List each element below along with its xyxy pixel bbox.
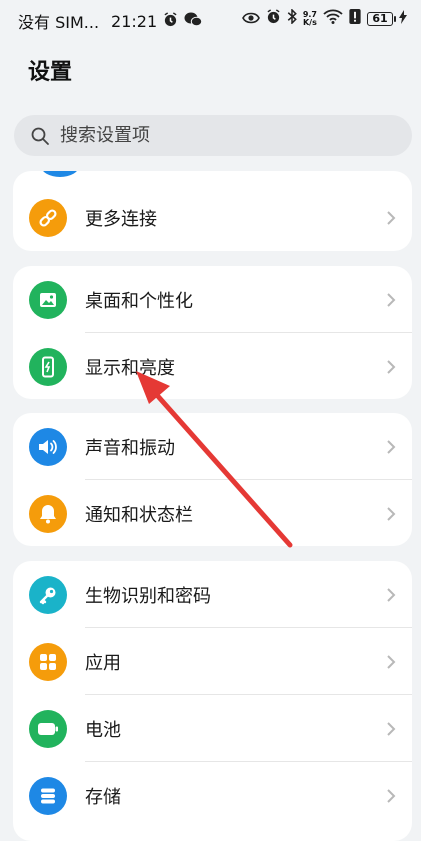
- alert-icon: [349, 9, 361, 28]
- settings-item-label: 电池: [85, 719, 121, 741]
- link-icon: [29, 198, 67, 237]
- settings-group-sound-notifications: 声音和振动 通知和状态栏: [13, 413, 412, 546]
- settings-item-label: 应用: [85, 652, 121, 674]
- chevron-right-icon: [387, 506, 396, 521]
- settings-item-notifications-statusbar[interactable]: 通知和状态栏: [13, 480, 412, 546]
- settings-item-label: 更多连接: [85, 208, 157, 230]
- alarm-clock-icon: [266, 9, 281, 28]
- bluetooth-icon: [287, 8, 297, 28]
- wechat-icon: [184, 12, 203, 31]
- settings-item-label: 存储: [85, 786, 121, 808]
- chevron-right-icon: [387, 587, 396, 602]
- status-left: 没有 SIM... 21:21: [18, 9, 203, 33]
- chevron-right-icon: [387, 210, 396, 225]
- settings-group-security-apps: 生物识别和密码 应用 电池 存储: [13, 561, 412, 841]
- settings-item-battery[interactable]: 电池: [13, 695, 412, 762]
- search-input[interactable]: [58, 124, 392, 147]
- key-icon: [29, 575, 67, 614]
- chevron-right-icon: [387, 654, 396, 669]
- battery-indicator: 61: [367, 11, 396, 26]
- apps-grid-icon: [29, 642, 67, 681]
- scrolled-item-icon: [41, 171, 79, 177]
- wifi-icon: [323, 9, 343, 28]
- network-speed: 9.7 K/s: [302, 10, 317, 27]
- battery-icon: [29, 709, 67, 748]
- settings-item-label: 显示和亮度: [85, 357, 175, 379]
- search-bar[interactable]: [14, 115, 412, 156]
- speaker-icon: [29, 427, 67, 466]
- status-bar: 没有 SIM... 21:21 9.7 K/s 61: [0, 0, 421, 40]
- bell-icon: [29, 494, 67, 533]
- eye-comfort-icon: [241, 10, 260, 28]
- carrier-text: 没有 SIM...: [18, 13, 100, 32]
- alarm-clock-icon: [163, 11, 178, 31]
- settings-item-apps[interactable]: 应用: [13, 628, 412, 695]
- chevron-right-icon: [387, 788, 396, 803]
- settings-item-more-connections[interactable]: 更多连接: [13, 184, 412, 251]
- settings-item-desktop-personalization[interactable]: 桌面和个性化: [13, 266, 412, 333]
- settings-item-display-brightness[interactable]: 显示和亮度: [13, 333, 412, 399]
- settings-item-label: 生物识别和密码: [85, 585, 211, 607]
- storage-icon: [29, 776, 67, 815]
- image-icon: [29, 280, 67, 319]
- charging-bolt-icon: [399, 9, 407, 28]
- chevron-right-icon: [387, 359, 396, 374]
- settings-item-label: 声音和振动: [85, 437, 175, 459]
- network-speed-unit: K/s: [302, 17, 317, 27]
- settings-group-display: 桌面和个性化 显示和亮度: [13, 266, 412, 399]
- settings-item-label: 桌面和个性化: [85, 290, 193, 312]
- status-right: 9.7 K/s 61: [236, 8, 407, 28]
- chevron-right-icon: [387, 721, 396, 736]
- settings-group-connections: 更多连接: [13, 171, 412, 251]
- chevron-right-icon: [387, 292, 396, 307]
- phone-brightness-icon: [29, 347, 67, 386]
- chevron-right-icon: [387, 439, 396, 454]
- search-icon: [31, 127, 49, 145]
- page-title: 设置: [28, 60, 73, 85]
- settings-item-storage[interactable]: 存储: [13, 762, 412, 829]
- settings-item-label: 通知和状态栏: [85, 504, 193, 526]
- settings-item-biometrics-password[interactable]: 生物识别和密码: [13, 561, 412, 628]
- settings-item-sound-vibration[interactable]: 声音和振动: [13, 413, 412, 480]
- clock-time: 21:21: [111, 11, 158, 31]
